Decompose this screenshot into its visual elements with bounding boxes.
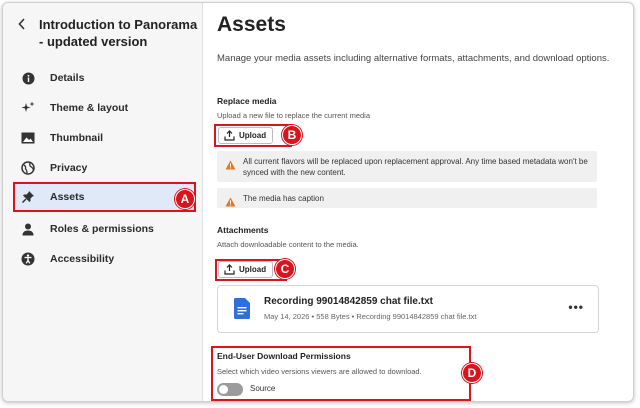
annotation-marker-b: B	[282, 125, 302, 145]
file-meta: May 14, 2026 • 558 Bytes • Recording 990…	[264, 312, 477, 321]
accessibility-icon	[20, 251, 36, 267]
media-title: Introduction to Panorama - updated versi…	[39, 17, 198, 49]
annotation-marker-c: C	[275, 259, 295, 279]
replacement-warning-alert: All current flavors will be replaced upo…	[217, 151, 597, 182]
sidebar-item-label: Assets	[50, 191, 85, 203]
replace-media-title: Replace media	[217, 96, 277, 106]
toggle-label: Source	[250, 384, 276, 393]
info-icon	[20, 70, 36, 86]
upload-icon	[224, 130, 235, 141]
sidebar-item-label: Accessibility	[50, 253, 115, 265]
sidebar-item-details[interactable]: Details	[3, 63, 203, 93]
replace-media-upload-button[interactable]: Upload	[218, 127, 274, 144]
sidebar: Introduction to Panorama - updated versi…	[3, 3, 203, 401]
globe-icon	[20, 160, 36, 176]
sidebar-item-label: Thumbnail	[50, 132, 104, 144]
attachment-file-card: Recording 99014842859 chat file.txt May …	[217, 285, 599, 333]
annotation-marker-a: A	[175, 189, 195, 209]
sidebar-item-assets[interactable]: Assets	[13, 182, 196, 212]
sidebar-item-thumbnail[interactable]: Thumbnail	[3, 123, 203, 153]
page-description: Manage your media assets including alter…	[217, 53, 610, 64]
toggle-knob	[219, 385, 228, 394]
sidebar-item-label: Privacy	[50, 162, 88, 174]
more-options-icon[interactable]: •••	[568, 300, 584, 314]
annotation-marker-d: D	[462, 363, 482, 383]
download-permissions-subtitle: Select which video versions viewers are …	[217, 367, 422, 376]
window: Introduction to Panorama - updated versi…	[2, 2, 634, 402]
alert-text: All current flavors will be replaced upo…	[243, 157, 588, 177]
warning-icon	[225, 194, 236, 212]
sidebar-item-label: Roles & permissions	[50, 223, 154, 235]
source-download-toggle[interactable]	[217, 383, 243, 396]
file-name: Recording 99014842859 chat file.txt	[264, 296, 433, 307]
document-icon	[234, 298, 250, 324]
sidebar-item-label: Details	[50, 72, 85, 84]
replace-media-subtitle: Upload a new file to replace the current…	[217, 111, 371, 120]
attachments-subtitle: Attach downloadable content to the media…	[217, 240, 359, 249]
sidebar-item-accessibility[interactable]: Accessibility	[3, 244, 203, 274]
sparkle-icon	[20, 100, 36, 116]
sidebar-item-roles-permissions[interactable]: Roles & permissions	[3, 214, 203, 244]
warning-icon	[225, 157, 236, 175]
download-permissions-title: End-User Download Permissions	[217, 351, 351, 361]
upload-label: Upload	[239, 131, 267, 140]
main-panel: Assets Manage your media assets includin…	[203, 3, 633, 401]
upload-icon	[224, 264, 235, 275]
sidebar-item-label: Theme & layout	[50, 102, 129, 114]
caption-warning-alert: The media has caption	[217, 188, 597, 208]
chevron-left-icon	[18, 18, 25, 30]
page-title: Assets	[217, 13, 286, 36]
upload-label: Upload	[239, 265, 267, 274]
sidebar-item-privacy[interactable]: Privacy	[3, 153, 203, 183]
pin-icon	[20, 189, 36, 205]
back-button[interactable]	[17, 17, 27, 35]
attachments-title: Attachments	[217, 225, 269, 235]
sidebar-item-theme-layout[interactable]: Theme & layout	[3, 93, 203, 123]
person-icon	[20, 221, 36, 237]
image-icon	[20, 130, 36, 146]
alert-text: The media has caption	[243, 194, 324, 203]
attachments-upload-button[interactable]: Upload	[218, 261, 274, 278]
